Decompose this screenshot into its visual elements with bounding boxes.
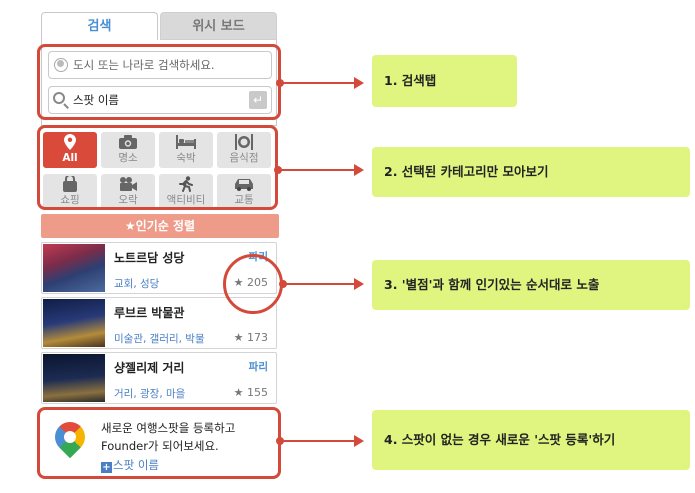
star-icon: ★	[233, 386, 244, 399]
highlight-search	[37, 44, 281, 120]
tab-search[interactable]: 검색	[41, 12, 158, 40]
callout-search-tab: 1. 검색탭	[372, 55, 517, 107]
connector-line	[278, 169, 356, 171]
highlight-categories	[37, 125, 278, 210]
spot-card[interactable]: 샹젤리제 거리 파리 거리, 광장, 마을 ★ 155	[41, 352, 277, 404]
highlight-rating	[223, 254, 283, 314]
spot-name: 노트르담 성당	[114, 251, 185, 265]
spot-name: 루브르 박물관	[114, 306, 185, 320]
arrow-icon	[354, 164, 364, 176]
connector-line	[280, 82, 356, 84]
callout-popular-order: 3. '별점'과 함께 인기있는 순서대로 노출	[372, 260, 690, 310]
spot-thumbnail	[43, 299, 105, 347]
spot-thumbnail	[43, 244, 105, 292]
rating-count: 173	[247, 331, 268, 344]
arrow-icon	[354, 77, 364, 89]
spot-city[interactable]: 파리	[249, 359, 268, 374]
callout-register-spot: 4. 스팟이 없는 경우 새로운 '스팟 등록'하기	[372, 410, 690, 470]
spot-rating: ★ 173	[234, 331, 268, 344]
highlight-register	[37, 407, 281, 479]
spot-tags: 교회, 성당	[114, 278, 160, 290]
spot-name: 샹젤리제 거리	[114, 361, 185, 375]
arrow-icon	[354, 278, 364, 290]
popular-sort-button[interactable]: ★인기순 정렬	[41, 214, 279, 238]
connector-line	[283, 283, 356, 285]
connector-line	[280, 440, 356, 442]
spot-tags: 미술관, 갤러리, 박물	[114, 333, 205, 345]
spot-rating: ★ 155	[234, 386, 268, 399]
arrow-icon	[354, 435, 364, 447]
tab-wishboard[interactable]: 위시 보드	[160, 12, 277, 40]
spot-tags: 거리, 광장, 마을	[114, 388, 186, 400]
callout-category-filter: 2. 선택된 카테고리만 모아보기	[372, 147, 690, 197]
spot-thumbnail	[43, 354, 105, 402]
rating-count: 155	[247, 386, 268, 399]
star-icon: ★	[233, 331, 244, 344]
